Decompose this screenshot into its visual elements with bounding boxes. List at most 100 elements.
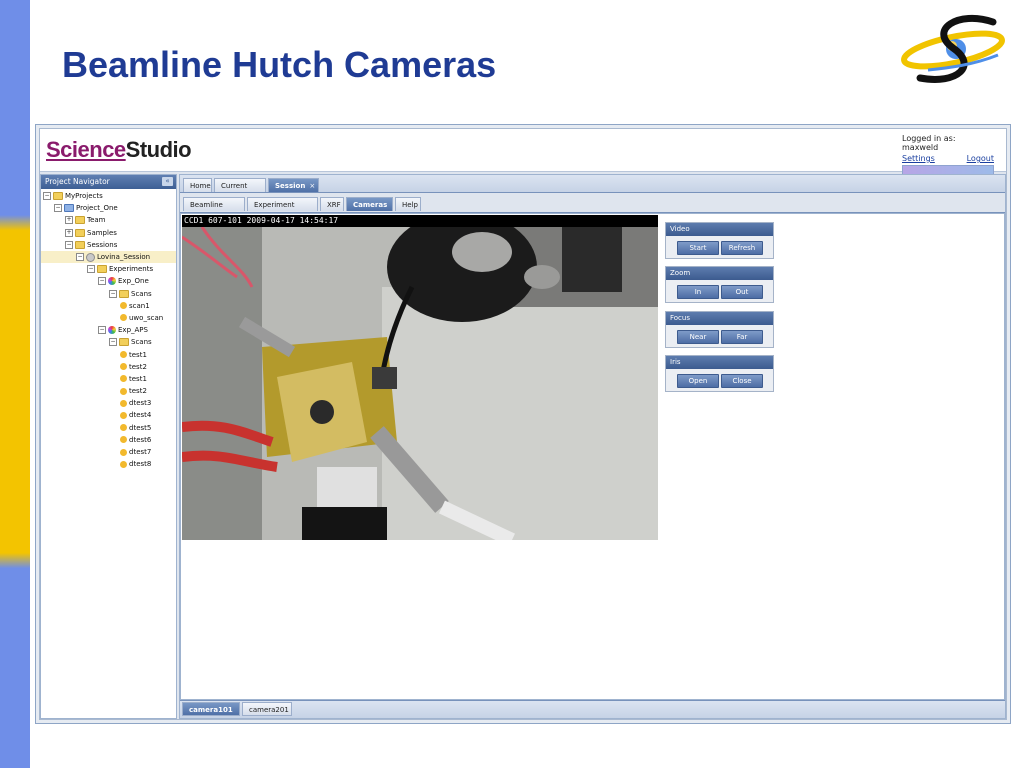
tree-node[interactable]: − Exp_APS: [41, 324, 176, 336]
tree-node-label: Exp_APS: [118, 326, 148, 335]
far-button[interactable]: Far: [721, 330, 763, 344]
tree-node-label: Scans: [131, 289, 152, 298]
close-icon[interactable]: ×: [309, 182, 315, 190]
tree-node[interactable]: test2: [41, 385, 176, 397]
collapse-icon[interactable]: −: [65, 240, 73, 249]
near-button[interactable]: Near: [677, 330, 719, 344]
collapse-icon[interactable]: −: [109, 289, 117, 298]
tree-node[interactable]: − Sessions: [41, 239, 176, 251]
tab-home[interactable]: Home: [183, 178, 212, 192]
ball-icon: [120, 375, 127, 383]
collapse-icon[interactable]: −: [76, 253, 84, 262]
zoom-panel: Zoom In Out: [665, 266, 774, 303]
double-chevron-left-icon[interactable]: «: [162, 177, 173, 186]
tree-node[interactable]: − Lovina_Session: [41, 250, 176, 264]
tree-node-label: MyProjects: [65, 192, 103, 201]
tree-node-label: Project_One: [76, 204, 118, 213]
tab-camera101[interactable]: camera101: [182, 702, 240, 716]
tree-node[interactable]: − Scans: [41, 336, 176, 348]
tab-session[interactable]: Session ×: [268, 178, 319, 192]
folder-icon: [53, 192, 63, 201]
tree-node[interactable]: + Team: [41, 214, 176, 226]
iris-panel: Iris Open Close: [665, 355, 774, 392]
tree-node-label: dtest3: [129, 399, 152, 408]
panel-title: Focus: [666, 312, 773, 325]
logout-link[interactable]: Logout: [967, 154, 994, 163]
ball-icon: [120, 314, 127, 322]
tree-node[interactable]: + Samples: [41, 227, 176, 239]
ball-icon: [120, 424, 127, 432]
project-navigator: Project Navigator « − MyProjects − Project_…: [40, 174, 177, 719]
folder-icon: [75, 240, 85, 249]
tab-beamline-setup[interactable]: Beamline Setup: [183, 197, 245, 223]
camera-tab-bar: camera101 camera201: [180, 700, 1005, 718]
settings-link[interactable]: Settings: [902, 154, 935, 163]
tree-node[interactable]: uwo_scan: [41, 312, 176, 324]
navigator-header: Project Navigator «: [41, 175, 176, 189]
tree-node[interactable]: − MyProjects: [41, 190, 176, 202]
in-button[interactable]: In: [677, 285, 719, 299]
collapse-icon[interactable]: −: [98, 277, 106, 286]
tab-cameras[interactable]: Cameras: [346, 197, 393, 211]
start-button[interactable]: Start: [677, 241, 719, 255]
collapse-icon[interactable]: −: [43, 192, 51, 201]
refresh-button[interactable]: Refresh: [721, 241, 763, 255]
tab-camera201[interactable]: camera201: [242, 702, 292, 716]
expand-icon[interactable]: +: [65, 216, 73, 225]
project-tree: − MyProjects − Project_One + Team + Samples − Ses…: [41, 189, 176, 470]
app-header: ScienceStudio Logged in as: maxweld Sett…: [40, 129, 1006, 175]
tab-help[interactable]: Help: [395, 197, 421, 211]
ball-icon: [120, 387, 127, 395]
globe-icon: [108, 277, 116, 286]
ball-icon: [120, 460, 127, 468]
top-tab-bar: HomeCurrent ItemSession×: [180, 175, 1005, 204]
tree-node[interactable]: test1: [41, 348, 176, 360]
tree-node[interactable]: dtest8: [41, 458, 176, 470]
tab-xrf[interactable]: XRF: [320, 197, 344, 211]
panel-title: Zoom: [666, 267, 773, 280]
expand-icon[interactable]: +: [65, 228, 73, 237]
science-studio-window: ScienceStudio Logged in as: maxweld Sett…: [35, 124, 1011, 724]
collapse-icon[interactable]: −: [109, 338, 117, 347]
ball-icon: [120, 399, 127, 407]
tree-node[interactable]: − Scans: [41, 288, 176, 300]
tree-node-label: Lovina_Session: [97, 253, 151, 262]
tab-current-item[interactable]: Current Item: [214, 178, 266, 204]
tree-node[interactable]: dtest3: [41, 397, 176, 409]
folder-icon: [119, 289, 129, 298]
session-tab-bar: Beamline SetupExperiment SetupXRFCameras…: [180, 193, 1005, 223]
tree-node[interactable]: dtest7: [41, 446, 176, 458]
close-button[interactable]: Close: [721, 374, 763, 388]
tab-experiment-setup[interactable]: Experiment Setup: [247, 197, 318, 223]
collapse-icon[interactable]: −: [98, 326, 106, 335]
folder-icon: [75, 228, 85, 237]
ball-icon: [120, 351, 127, 359]
folder-icon: [97, 265, 107, 274]
ball-icon: [120, 436, 127, 444]
tree-node-label: Team: [87, 216, 106, 225]
tree-node-label: Exp_One: [118, 277, 149, 286]
collapse-icon[interactable]: −: [54, 204, 62, 213]
out-button[interactable]: Out: [721, 285, 763, 299]
collapse-icon[interactable]: −: [87, 265, 95, 274]
tree-node[interactable]: − Exp_One: [41, 275, 176, 287]
login-info: Logged in as: maxweld Settings Logout: [902, 134, 994, 175]
tree-node-label: Scans: [131, 338, 152, 347]
tree-node[interactable]: test2: [41, 361, 176, 373]
folder-icon: [75, 216, 85, 225]
tree-node[interactable]: − Project_One: [41, 202, 176, 214]
globe-icon: [108, 326, 116, 335]
camera-feed[interactable]: CCD1 607-101 2009-04-17 14:54:17: [182, 215, 658, 540]
open-button[interactable]: Open: [677, 374, 719, 388]
panel-title: Video: [666, 223, 773, 236]
tree-node[interactable]: scan1: [41, 300, 176, 312]
ball-icon: [120, 411, 127, 419]
tree-node[interactable]: dtest4: [41, 409, 176, 421]
tree-node[interactable]: test1: [41, 373, 176, 385]
tree-node[interactable]: − Experiments: [41, 263, 176, 275]
tree-node-label: dtest8: [129, 460, 152, 469]
tree-node[interactable]: dtest6: [41, 434, 176, 446]
tree-node-label: Sessions: [87, 240, 118, 249]
tree-node[interactable]: dtest5: [41, 422, 176, 434]
science-logo-icon: [901, 14, 1005, 83]
